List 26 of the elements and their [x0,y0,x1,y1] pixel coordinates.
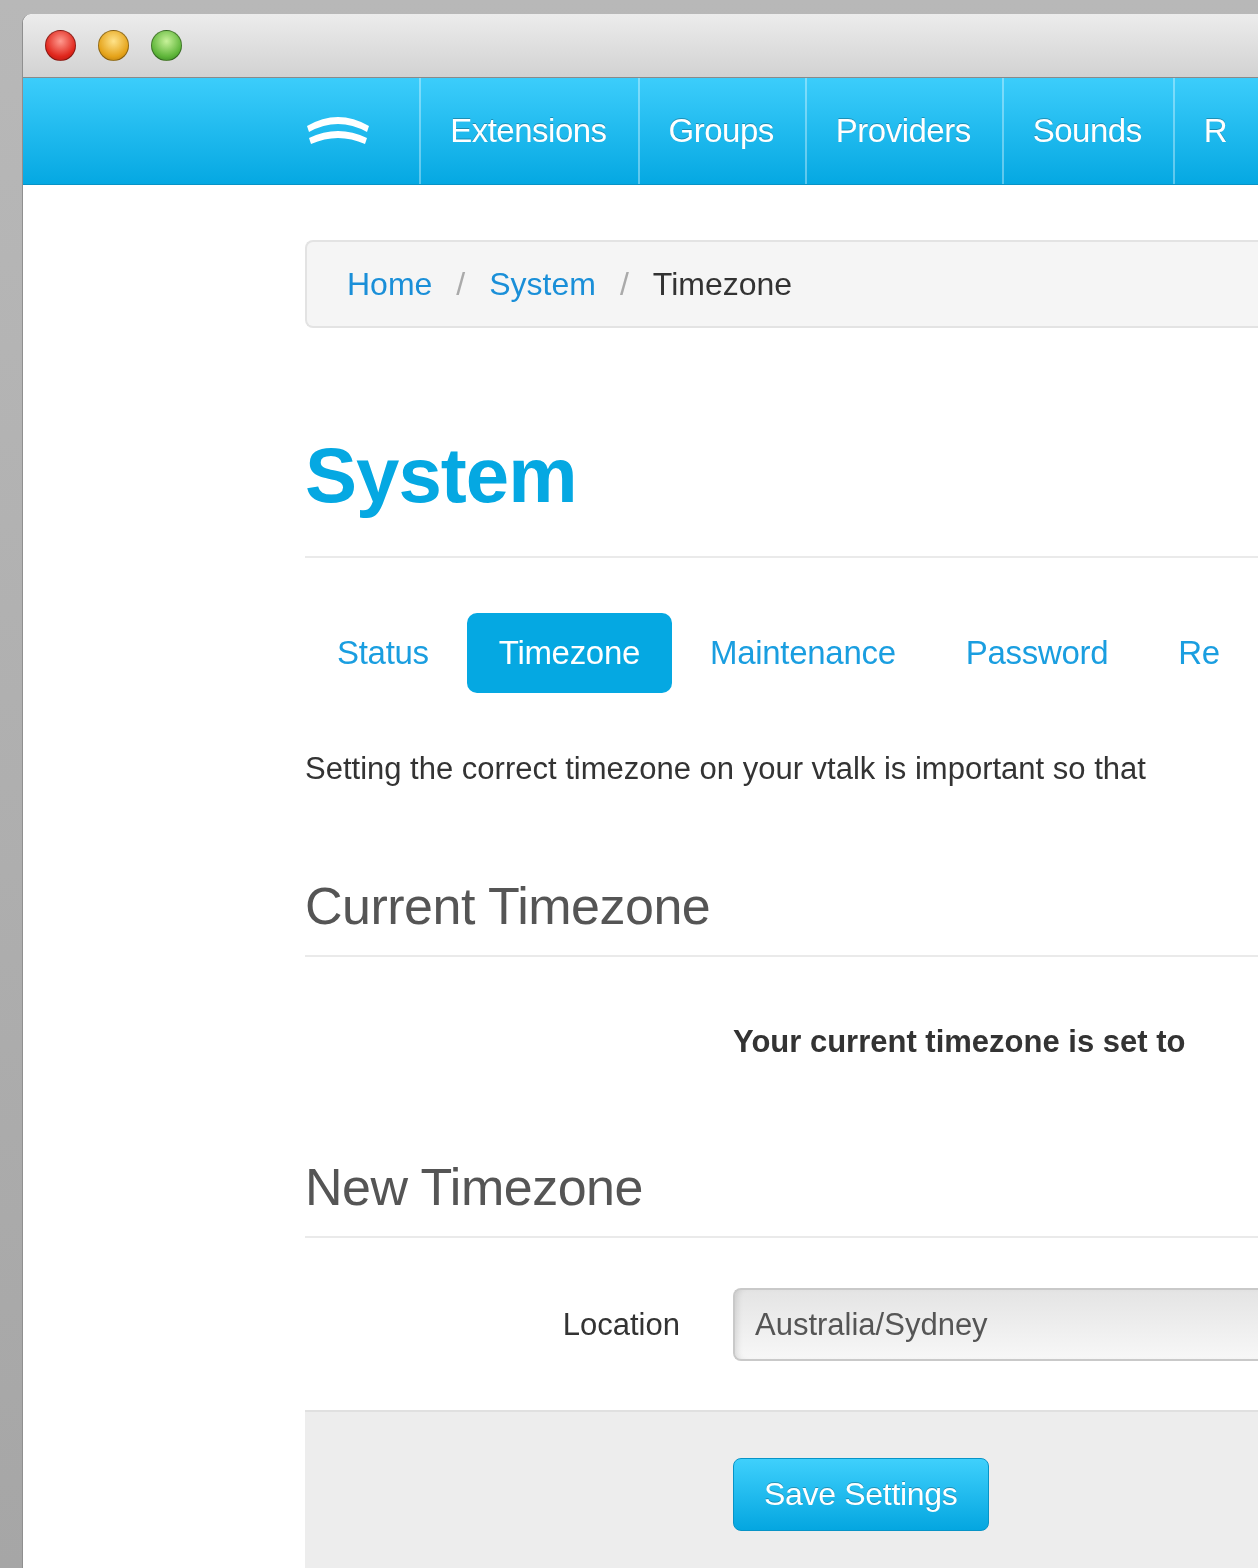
breadcrumb-link[interactable]: Home [347,265,433,303]
tab[interactable]: Maintenance [678,613,928,693]
zoom-button[interactable] [151,30,182,61]
nav-link[interactable]: Groups [637,78,805,184]
tab[interactable]: Password [933,613,1141,693]
section-heading: Current Timezone [305,876,712,936]
minimize-button[interactable] [98,30,129,61]
intro-text: Setting the correct timezone on your vtalk is important so that [305,750,1147,788]
tab[interactable]: Re [1146,613,1252,693]
page-title: System [305,430,578,520]
save-button[interactable]: Save Settings [733,1458,989,1531]
breadcrumb-separator: / [456,265,466,303]
nav-link[interactable]: Extensions [419,78,638,184]
nav-link[interactable]: Sounds [1001,78,1173,184]
breadcrumb-link[interactable]: System [489,265,596,303]
tab[interactable]: Status [305,613,461,693]
nav-link[interactable]: Providers [804,78,1002,184]
field-label: Location [561,1306,680,1343]
breadcrumb-current: Timezone [652,265,793,303]
current-timezone-text: Your current timezone is set to [733,1023,1187,1061]
location-field[interactable]: Australia/Sydney [733,1288,1258,1361]
section-heading: New Timezone [305,1157,644,1217]
close-button[interactable] [45,30,76,61]
nav-link[interactable]: R [1172,78,1258,184]
breadcrumb-separator: / [619,265,629,303]
tab[interactable]: Timezone [466,613,673,693]
